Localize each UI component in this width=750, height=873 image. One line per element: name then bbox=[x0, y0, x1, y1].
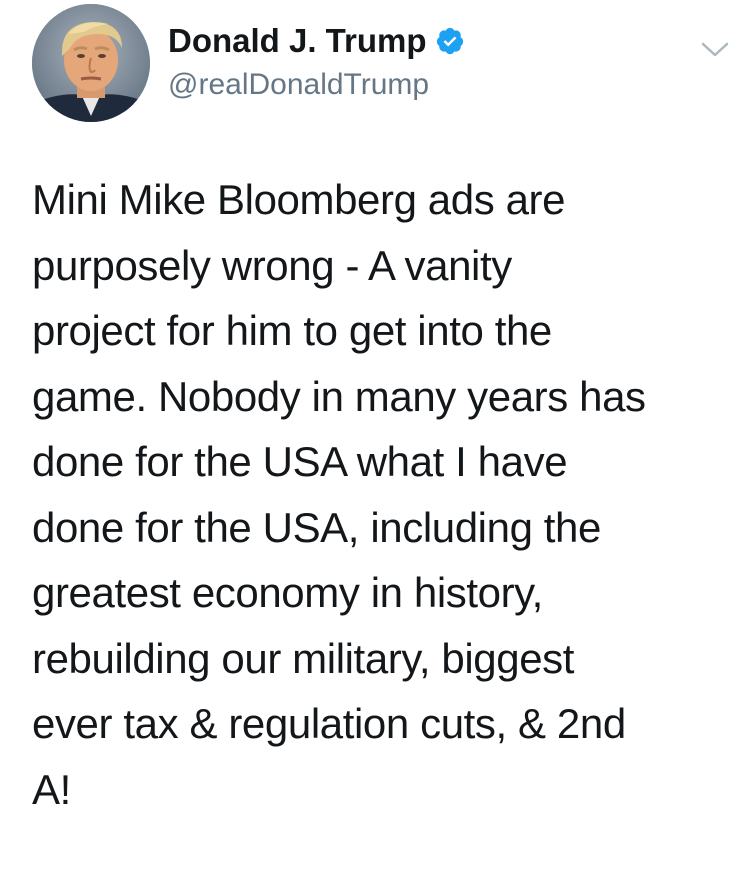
profile-avatar[interactable] bbox=[32, 4, 150, 122]
verified-badge-icon bbox=[436, 27, 463, 55]
avatar-image bbox=[32, 4, 150, 122]
tweet-text: Mini Mike Bloomberg ads are purposely wr… bbox=[32, 176, 646, 813]
display-name-row: Donald J. Trump bbox=[168, 20, 628, 62]
chevron-down-icon[interactable] bbox=[695, 28, 735, 68]
display-name[interactable]: Donald J. Trump bbox=[168, 20, 427, 62]
user-info: Donald J. Trump @realDonaldTrump bbox=[168, 20, 628, 104]
tweet-card: Donald J. Trump @realDonaldTrump Mini Mi… bbox=[0, 0, 750, 873]
tweet-header: Donald J. Trump @realDonaldTrump bbox=[32, 4, 732, 124]
user-handle[interactable]: @realDonaldTrump bbox=[168, 66, 628, 104]
